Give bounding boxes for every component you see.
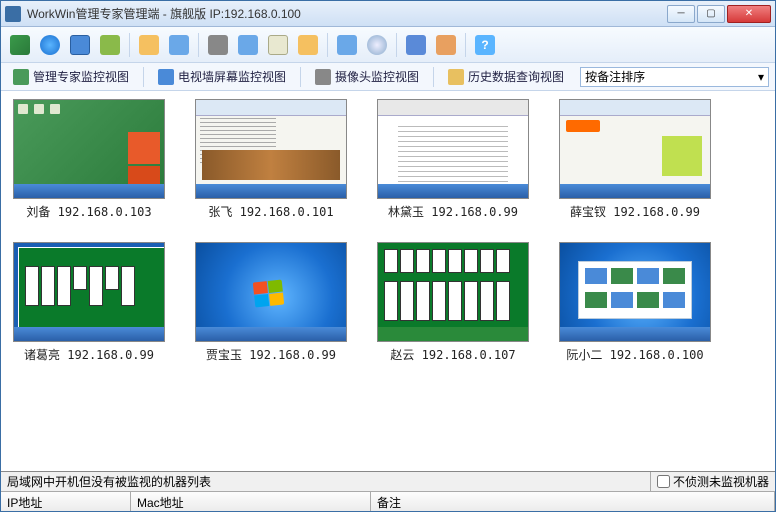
app-window: WorkWin管理专家管理端 - 旗舰版 IP:192.168.0.100 ─ … [0,0,776,512]
tab-camera[interactable]: 摄像头监控视图 [309,66,425,87]
client-thumbnail[interactable]: 贾宝玉 192.168.0.99 [195,242,347,363]
client-ip: 192.168.0.103 [58,205,152,219]
maximize-button[interactable]: ▢ [697,5,725,23]
toolbar-globe-icon[interactable] [37,32,63,58]
thumbnail-grid-area: 刘备 192.168.0.103 张飞 192.168.0.101 林黛玉 19… [1,91,775,471]
history-icon [448,69,464,85]
tab-label: 摄像头监控视图 [335,68,419,85]
tab-separator [300,67,301,87]
client-thumbnail[interactable]: 诸葛亮 192.168.0.99 [13,242,165,363]
chevron-down-icon: ▾ [758,70,764,84]
client-name: 诸葛亮 [24,348,60,362]
toolbar-separator [129,33,130,57]
col-note[interactable]: 备注 [371,492,775,511]
toolbar-separator [327,33,328,57]
tab-label: 历史数据查询视图 [468,68,564,85]
client-ip: 192.168.0.107 [422,348,516,362]
window-title: WorkWin管理专家管理端 - 旗舰版 IP:192.168.0.100 [27,5,667,22]
titlebar: WorkWin管理专家管理端 - 旗舰版 IP:192.168.0.100 ─ … [1,1,775,27]
tab-separator [433,67,434,87]
tvwall-icon [158,69,174,85]
client-name: 薛宝钗 [570,205,606,219]
client-name: 林黛玉 [388,205,424,219]
toolbar-disk-icon[interactable] [166,32,192,58]
client-name: 张飞 [208,205,232,219]
toolbar-camera-icon[interactable] [205,32,231,58]
client-thumbnail[interactable]: 林黛玉 192.168.0.99 [377,99,529,220]
client-name: 阮小二 [566,348,602,362]
tab-tvwall[interactable]: 电视墙屏幕监控视图 [152,66,292,87]
tab-separator [143,67,144,87]
unmonitored-label: 局域网中开机但没有被监视的机器列表 [1,473,650,490]
client-name: 刘备 [26,205,50,219]
client-thumbnail[interactable]: 刘备 192.168.0.103 [13,99,165,220]
no-probe-text: 不侦测未监视机器 [673,473,769,490]
client-thumbnail[interactable]: 张飞 192.168.0.101 [195,99,347,220]
toolbar-help-icon[interactable]: ? [472,32,498,58]
sort-dropdown[interactable]: 按备注排序 ▾ [580,67,769,87]
toolbar-separator [396,33,397,57]
minimize-button[interactable]: ─ [667,5,695,23]
client-thumbnail[interactable]: 赵云 192.168.0.107 [377,242,529,363]
unmonitored-header: 局域网中开机但没有被监视的机器列表 不侦测未监视机器 [1,471,775,491]
col-ip[interactable]: IP地址 [1,492,131,511]
client-thumbnail[interactable]: 阮小二 192.168.0.100 [559,242,711,363]
toolbar-book-icon[interactable] [403,32,429,58]
client-ip: 192.168.0.99 [249,348,336,362]
camera-icon [315,69,331,85]
client-thumbnail[interactable]: 薛宝钗 192.168.0.99 [559,99,711,220]
close-button[interactable]: ✕ [727,5,771,23]
client-ip: 192.168.0.100 [610,348,704,362]
no-probe-checkbox[interactable] [657,475,670,488]
toolbar-separator [465,33,466,57]
monitor-icon [13,69,29,85]
main-toolbar: ? [1,27,775,63]
toolbar-disc-icon[interactable] [364,32,390,58]
client-ip: 192.168.0.99 [431,205,518,219]
tab-expert-monitor[interactable]: 管理专家监控视图 [7,66,135,87]
toolbar-contact-icon[interactable] [433,32,459,58]
unmonitored-columns: IP地址 Mac地址 备注 [1,491,775,511]
tab-label: 电视墙屏幕监控视图 [178,68,286,85]
toolbar-users-icon[interactable] [97,32,123,58]
client-name: 赵云 [390,348,414,362]
client-ip: 192.168.0.101 [240,205,334,219]
client-ip: 192.168.0.99 [67,348,154,362]
col-mac[interactable]: Mac地址 [131,492,371,511]
toolbar-separator [198,33,199,57]
client-ip: 192.168.0.99 [613,205,700,219]
toolbar-network-icon[interactable] [334,32,360,58]
toolbar-record-icon[interactable] [235,32,261,58]
toolbar-message-icon[interactable] [265,32,291,58]
client-name: 贾宝玉 [206,348,242,362]
sort-value: 按备注排序 [585,68,645,85]
tab-label: 管理专家监控视图 [33,68,129,85]
no-probe-checkbox-label[interactable]: 不侦测未监视机器 [650,472,775,491]
toolbar-screen-icon[interactable] [67,32,93,58]
toolbar-upload-icon[interactable] [295,32,321,58]
tab-history[interactable]: 历史数据查询视图 [442,66,570,87]
app-icon [5,6,21,22]
view-tabbar: 管理专家监控视图 电视墙屏幕监控视图 摄像头监控视图 历史数据查询视图 按备注排… [1,63,775,91]
toolbar-monitor-icon[interactable] [7,32,33,58]
toolbar-folder-icon[interactable] [136,32,162,58]
